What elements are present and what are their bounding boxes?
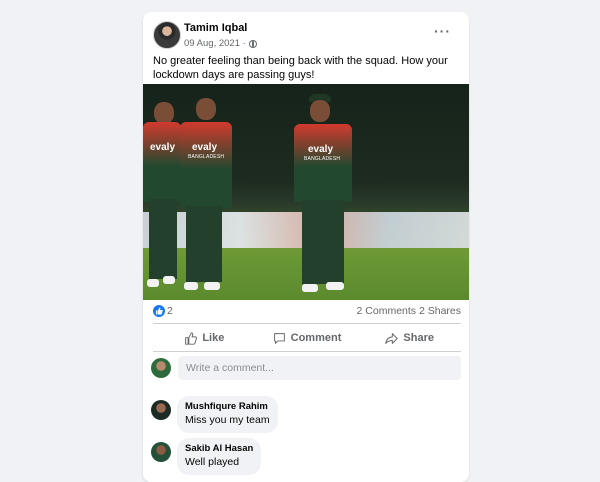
thumbs-up-icon — [185, 331, 198, 345]
photo-player-right: evaly BANGLADESH — [288, 92, 358, 297]
share-label: Share — [403, 332, 434, 344]
viewer-avatar[interactable] — [151, 358, 171, 378]
post-text: No greater feeling than being back with … — [153, 55, 448, 81]
share-icon — [385, 332, 399, 344]
comment-icon — [273, 332, 285, 344]
like-reaction-icon[interactable] — [153, 305, 165, 317]
author-avatar[interactable] — [153, 21, 181, 49]
comment-text: Miss you my team — [185, 414, 270, 426]
comment-composer: Write a comment... — [151, 355, 461, 383]
commenter-name[interactable]: Sakib Al Hasan — [185, 443, 253, 455]
photo-player-middle: evaly BANGLADESH — [176, 98, 236, 298]
comment-bubble: Mushfiqure Rahim Miss you my team — [177, 396, 278, 433]
comments-shares-count[interactable]: 2 Comments 2 Shares — [357, 305, 461, 317]
post-stats: 2 2 Comments 2 Shares — [153, 304, 461, 320]
comment-input[interactable]: Write a comment... — [178, 356, 461, 380]
globe-icon — [248, 39, 257, 48]
comment-label: Comment — [290, 332, 342, 344]
commenter-avatar[interactable] — [151, 400, 171, 420]
like-button[interactable]: Like — [153, 326, 256, 350]
comment-text: Well played — [185, 456, 240, 468]
comment-bubble: Sakib Al Hasan Well played — [177, 438, 262, 475]
divider — [153, 323, 461, 324]
like-label: Like — [202, 332, 225, 344]
comment-button[interactable]: Comment — [256, 326, 359, 350]
post-actions: Like Comment Share — [153, 326, 461, 350]
comments-count[interactable]: 2 Comments — [357, 305, 417, 317]
commenter-avatar[interactable] — [151, 442, 171, 462]
more-options-icon[interactable]: ··· — [434, 24, 451, 38]
post-header: Tamim Iqbal 09 Aug, 2021 · ··· — [153, 21, 459, 55]
divider — [153, 351, 461, 352]
post-date[interactable]: 09 Aug, 2021 · — [184, 38, 246, 49]
post-photo[interactable]: evaly evaly BANGLADESH evaly BANGLADESH — [143, 84, 469, 300]
post-meta: 09 Aug, 2021 · — [184, 38, 257, 49]
like-count[interactable]: 2 — [167, 305, 173, 317]
post-card: Tamim Iqbal 09 Aug, 2021 · ··· No greate… — [143, 12, 469, 482]
commenter-name[interactable]: Mushfiqure Rahim — [185, 401, 270, 413]
shares-count[interactable]: 2 Shares — [419, 305, 461, 317]
author-name[interactable]: Tamim Iqbal — [184, 22, 247, 34]
share-button[interactable]: Share — [358, 326, 461, 350]
